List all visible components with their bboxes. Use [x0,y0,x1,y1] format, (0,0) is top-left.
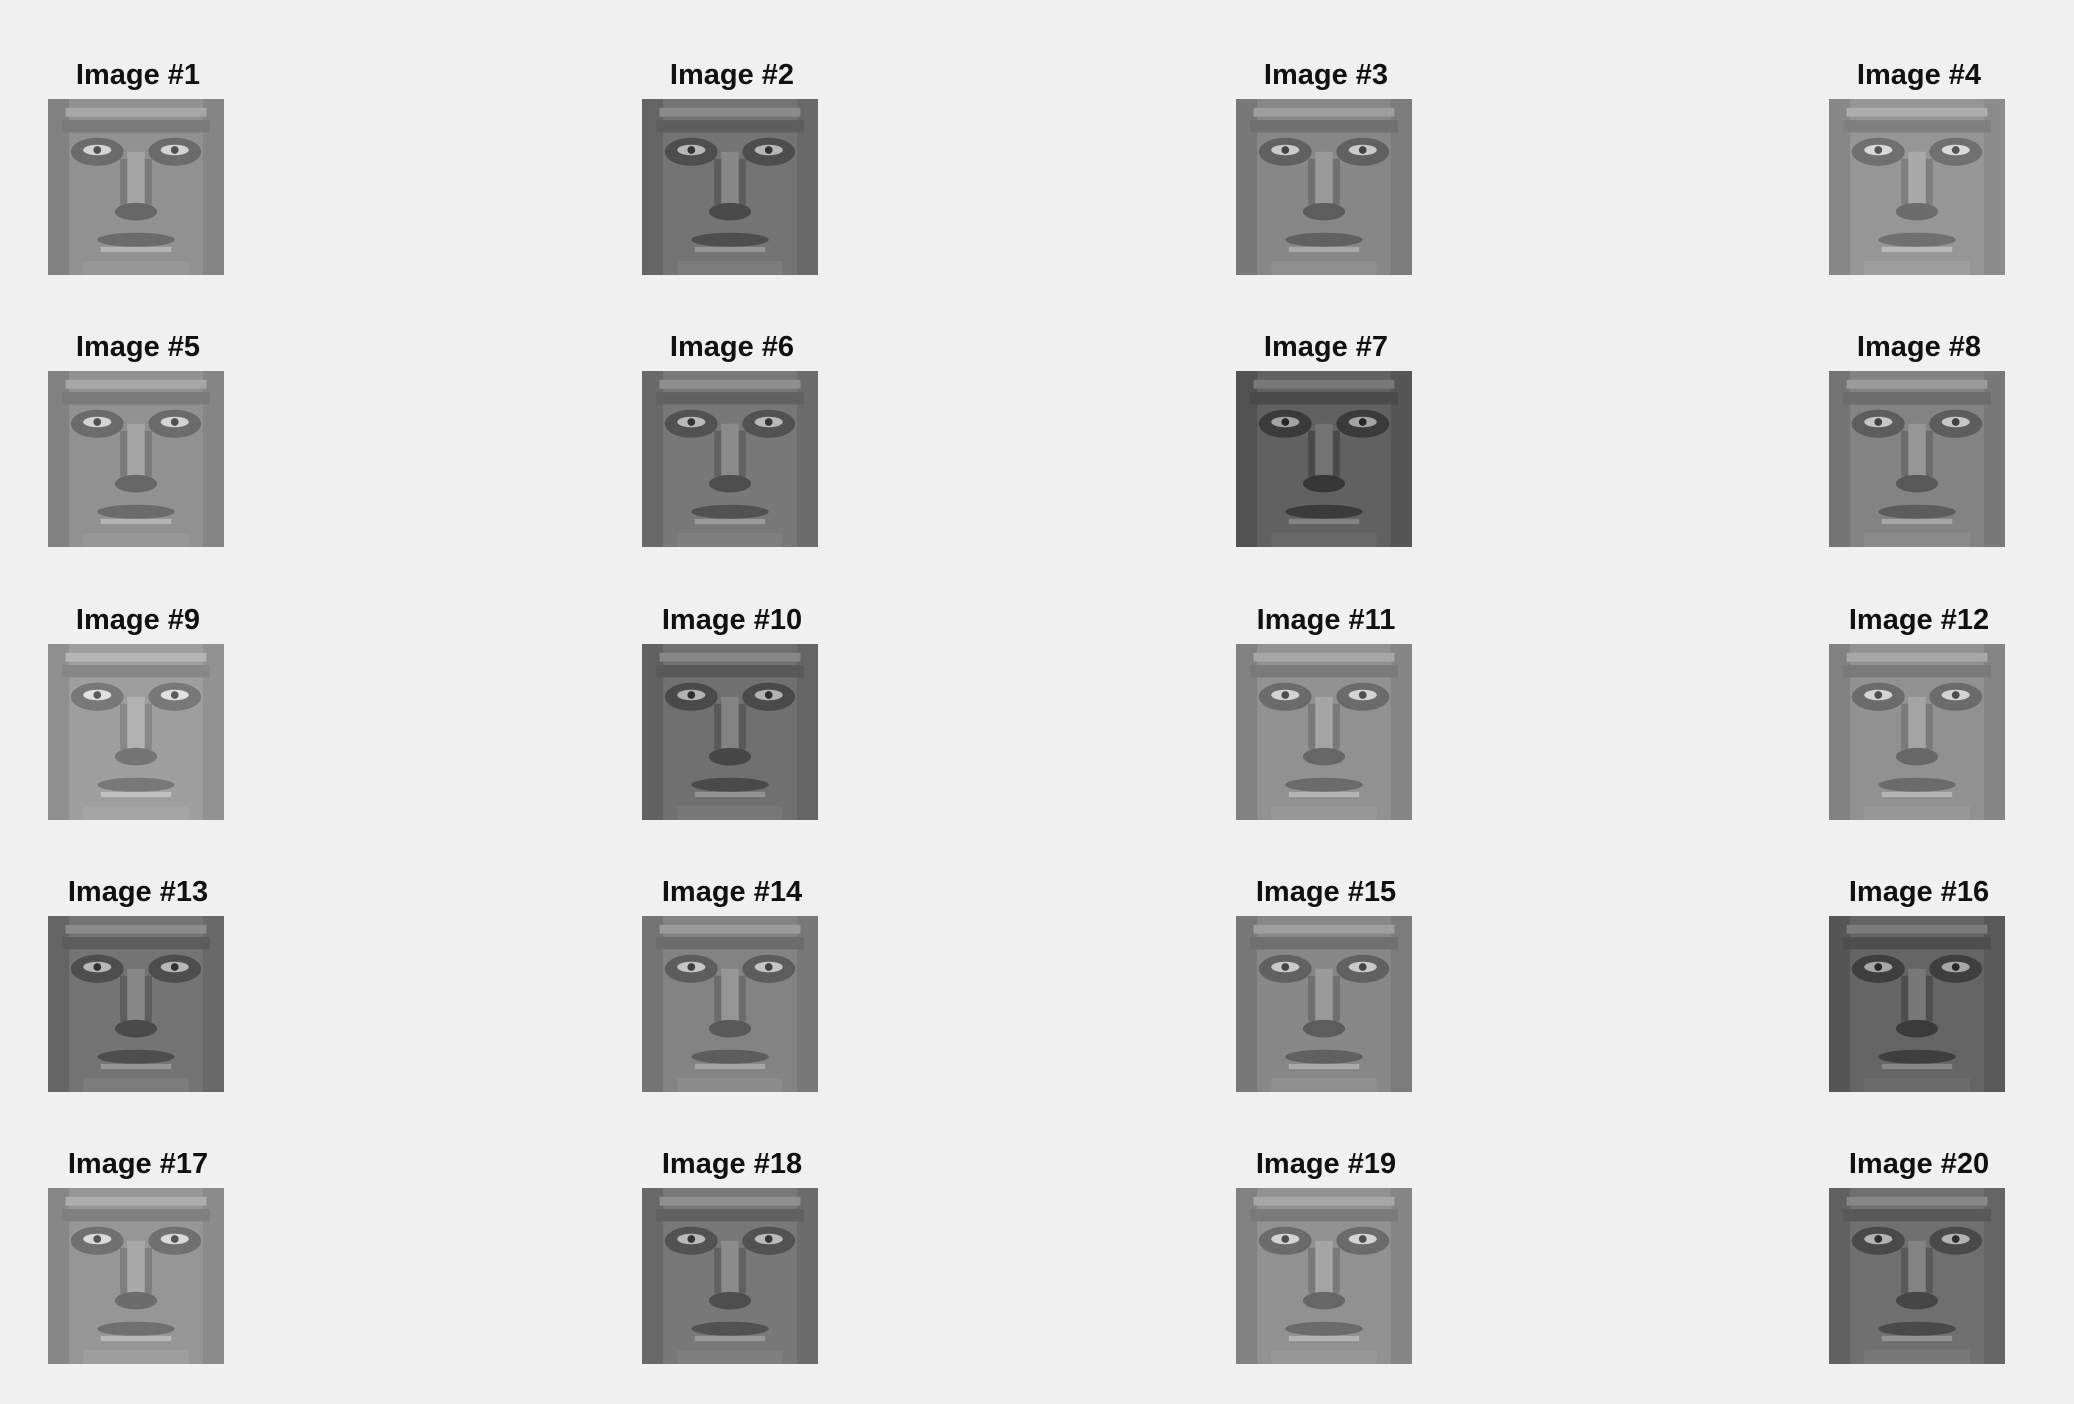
image-title: Image #4 [1856,59,1982,91]
image-title: Image #2 [669,59,795,91]
image-title: Image #19 [1255,1148,1397,1180]
image-title: Image #17 [67,1148,209,1180]
image-title: Image #3 [1263,59,1389,91]
image-title: Image #14 [661,876,803,908]
eigenface-image [642,99,818,275]
eigenface-image [48,99,224,275]
image-title: Image #12 [1848,604,1990,636]
eigenface-image [1829,99,2005,275]
image-title: Image #10 [661,604,803,636]
eigenface-image [1236,644,1412,820]
eigenface-image [48,644,224,820]
image-title: Image #11 [1256,604,1396,636]
image-title: Image #9 [75,604,201,636]
eigenface-image [1236,371,1412,547]
eigenface-image [1829,644,2005,820]
image-title: Image #1 [75,59,201,91]
image-title: Image #18 [661,1148,803,1180]
eigenface-image [642,1188,818,1364]
image-title: Image #20 [1848,1148,1990,1180]
image-title: Image #5 [75,331,201,363]
eigenface-figure: Image #1 Image #2 Image #3 Image #4 Image #5… [0,0,2074,1404]
eigenface-image [48,1188,224,1364]
eigenface-image [642,916,818,1092]
image-title: Image #15 [1255,876,1397,908]
eigenface-image [642,371,818,547]
eigenface-image [48,371,224,547]
image-title: Image #7 [1263,331,1389,363]
eigenface-image [1236,916,1412,1092]
image-title: Image #13 [67,876,209,908]
image-title: Image #16 [1848,876,1990,908]
image-title: Image #6 [669,331,795,363]
eigenface-image [1236,99,1412,275]
eigenface-image [1236,1188,1412,1364]
eigenface-image [48,916,224,1092]
eigenface-image [1829,916,2005,1092]
eigenface-image [1829,371,2005,547]
image-title: Image #8 [1856,331,1982,363]
eigenface-image [1829,1188,2005,1364]
eigenface-image [642,644,818,820]
